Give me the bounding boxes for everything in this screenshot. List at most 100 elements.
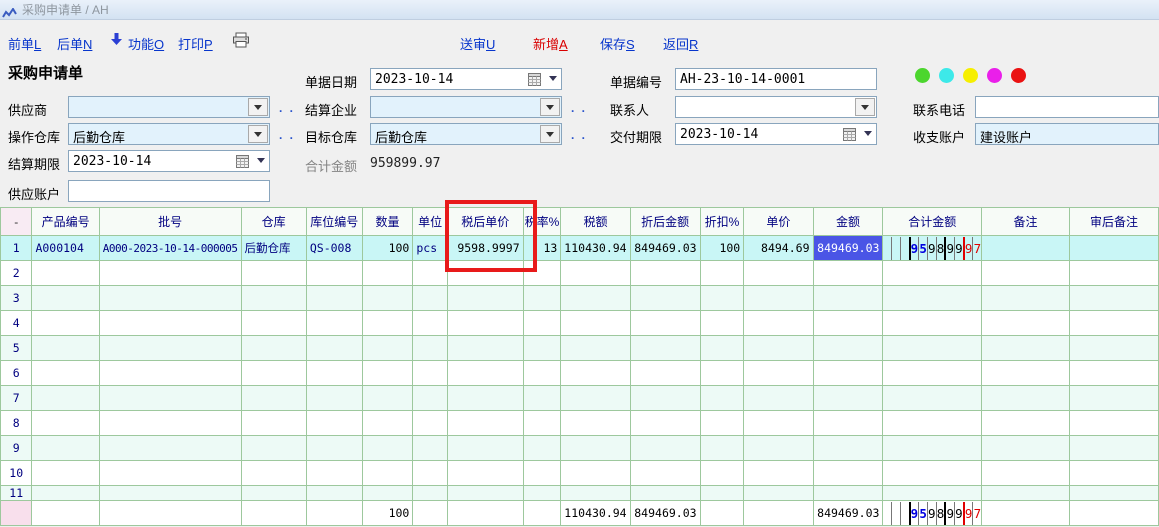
- cell-empty[interactable]: [700, 461, 744, 486]
- cell-empty[interactable]: [813, 311, 883, 336]
- return-button[interactable]: 返回R: [663, 34, 698, 53]
- cell-total-digit-grid[interactable]: [883, 361, 982, 386]
- cell-empty[interactable]: [99, 461, 241, 486]
- print-button[interactable]: 打印P: [178, 34, 213, 53]
- cell-empty[interactable]: [744, 286, 813, 311]
- cell-empty[interactable]: [447, 461, 523, 486]
- cell-empty[interactable]: [32, 261, 99, 286]
- cell-total-digit-grid[interactable]: [883, 261, 982, 286]
- cell-empty[interactable]: [982, 286, 1070, 311]
- cell-empty[interactable]: [561, 311, 630, 336]
- save-button[interactable]: 保存S: [600, 34, 635, 53]
- cell-empty[interactable]: [561, 361, 630, 386]
- cell-empty[interactable]: [744, 436, 813, 461]
- cell-empty[interactable]: [447, 486, 523, 501]
- cell-empty[interactable]: [630, 411, 700, 436]
- cell-tax-amount[interactable]: 110430.94: [561, 236, 630, 261]
- cell-empty[interactable]: [413, 336, 448, 361]
- cell-empty[interactable]: [306, 386, 362, 411]
- cell-empty[interactable]: [561, 411, 630, 436]
- cell-total-digit-grid[interactable]: 95989997: [883, 236, 982, 261]
- cell-empty[interactable]: [813, 361, 883, 386]
- cell-total-digit-grid[interactable]: [883, 436, 982, 461]
- cell-empty[interactable]: [447, 411, 523, 436]
- supplier-browse-link[interactable]: . .: [279, 101, 295, 115]
- cell-empty[interactable]: [362, 411, 413, 436]
- cell-empty[interactable]: [413, 386, 448, 411]
- cell-empty[interactable]: [630, 286, 700, 311]
- cell-empty[interactable]: [447, 361, 523, 386]
- cell-empty[interactable]: [32, 336, 99, 361]
- supplier-combo[interactable]: [68, 96, 270, 118]
- cell-empty[interactable]: [362, 286, 413, 311]
- cell-total-digit-grid[interactable]: [883, 486, 982, 501]
- cell-empty[interactable]: [813, 286, 883, 311]
- cell-empty[interactable]: [1069, 336, 1158, 361]
- cell-empty[interactable]: [700, 286, 744, 311]
- cell-empty[interactable]: [813, 436, 883, 461]
- cell-empty[interactable]: [1069, 486, 1158, 501]
- cell-empty[interactable]: [362, 436, 413, 461]
- cell-empty[interactable]: [99, 286, 241, 311]
- cell-empty[interactable]: [447, 311, 523, 336]
- cell-empty[interactable]: [982, 311, 1070, 336]
- cell-empty[interactable]: [362, 261, 413, 286]
- cell-empty[interactable]: [630, 336, 700, 361]
- calendar-icon[interactable]: [528, 73, 541, 91]
- contact-combo[interactable]: [675, 96, 877, 118]
- cell-empty[interactable]: [306, 336, 362, 361]
- cell-empty[interactable]: [241, 411, 306, 436]
- cell-empty[interactable]: [744, 461, 813, 486]
- next-doc-button[interactable]: 后单N: [57, 34, 92, 53]
- function-menu-button[interactable]: 功能O: [128, 34, 164, 53]
- cell-empty[interactable]: [362, 336, 413, 361]
- contact-phone-field[interactable]: [975, 96, 1159, 118]
- cell-empty[interactable]: [700, 361, 744, 386]
- cell-empty[interactable]: [362, 361, 413, 386]
- cell-empty[interactable]: [32, 386, 99, 411]
- cell-empty[interactable]: [32, 286, 99, 311]
- cell-empty[interactable]: [362, 386, 413, 411]
- cell-total-digit-grid[interactable]: [883, 311, 982, 336]
- cell-rownum[interactable]: 5: [1, 336, 32, 361]
- cell-empty[interactable]: [813, 386, 883, 411]
- cell-empty[interactable]: [306, 411, 362, 436]
- cell-rownum[interactable]: 4: [1, 311, 32, 336]
- prev-doc-button[interactable]: 前单L: [8, 34, 41, 53]
- cell-empty[interactable]: [241, 311, 306, 336]
- cell-empty[interactable]: [241, 486, 306, 501]
- cell-empty[interactable]: [561, 336, 630, 361]
- cell-total-digit-grid[interactable]: [883, 411, 982, 436]
- cell-empty[interactable]: [32, 436, 99, 461]
- cell-empty[interactable]: [413, 436, 448, 461]
- cell-total-digit-grid[interactable]: [883, 336, 982, 361]
- cell-empty[interactable]: [523, 286, 561, 311]
- cell-remark[interactable]: [982, 236, 1070, 261]
- cell-empty[interactable]: [561, 461, 630, 486]
- cell-price-after-tax[interactable]: 9598.9997: [447, 236, 523, 261]
- cell-empty[interactable]: [306, 486, 362, 501]
- cell-empty[interactable]: [700, 311, 744, 336]
- cell-empty[interactable]: [447, 336, 523, 361]
- cell-empty[interactable]: [813, 411, 883, 436]
- cell-location-no[interactable]: QS-008: [306, 236, 362, 261]
- doc-no-field[interactable]: AH-23-10-14-0001: [675, 68, 877, 90]
- cell-rownum[interactable]: 2: [1, 261, 32, 286]
- cell-empty[interactable]: [413, 486, 448, 501]
- cell-empty[interactable]: [982, 336, 1070, 361]
- dropdown-button[interactable]: [540, 98, 560, 116]
- cell-empty[interactable]: [99, 361, 241, 386]
- cell-warehouse[interactable]: 后勤仓库: [241, 236, 306, 261]
- cell-empty[interactable]: [1069, 386, 1158, 411]
- cell-empty[interactable]: [32, 486, 99, 501]
- cell-tax-rate[interactable]: 13: [523, 236, 561, 261]
- cell-empty[interactable]: [813, 461, 883, 486]
- cell-empty[interactable]: [630, 311, 700, 336]
- cell-empty[interactable]: [700, 386, 744, 411]
- cell-empty[interactable]: [1069, 461, 1158, 486]
- submit-review-button[interactable]: 送审U: [460, 34, 495, 53]
- calendar-icon[interactable]: [236, 155, 249, 173]
- cell-empty[interactable]: [1069, 436, 1158, 461]
- dropdown-button[interactable]: [855, 98, 875, 116]
- cell-discounted-amount[interactable]: 849469.03: [630, 236, 700, 261]
